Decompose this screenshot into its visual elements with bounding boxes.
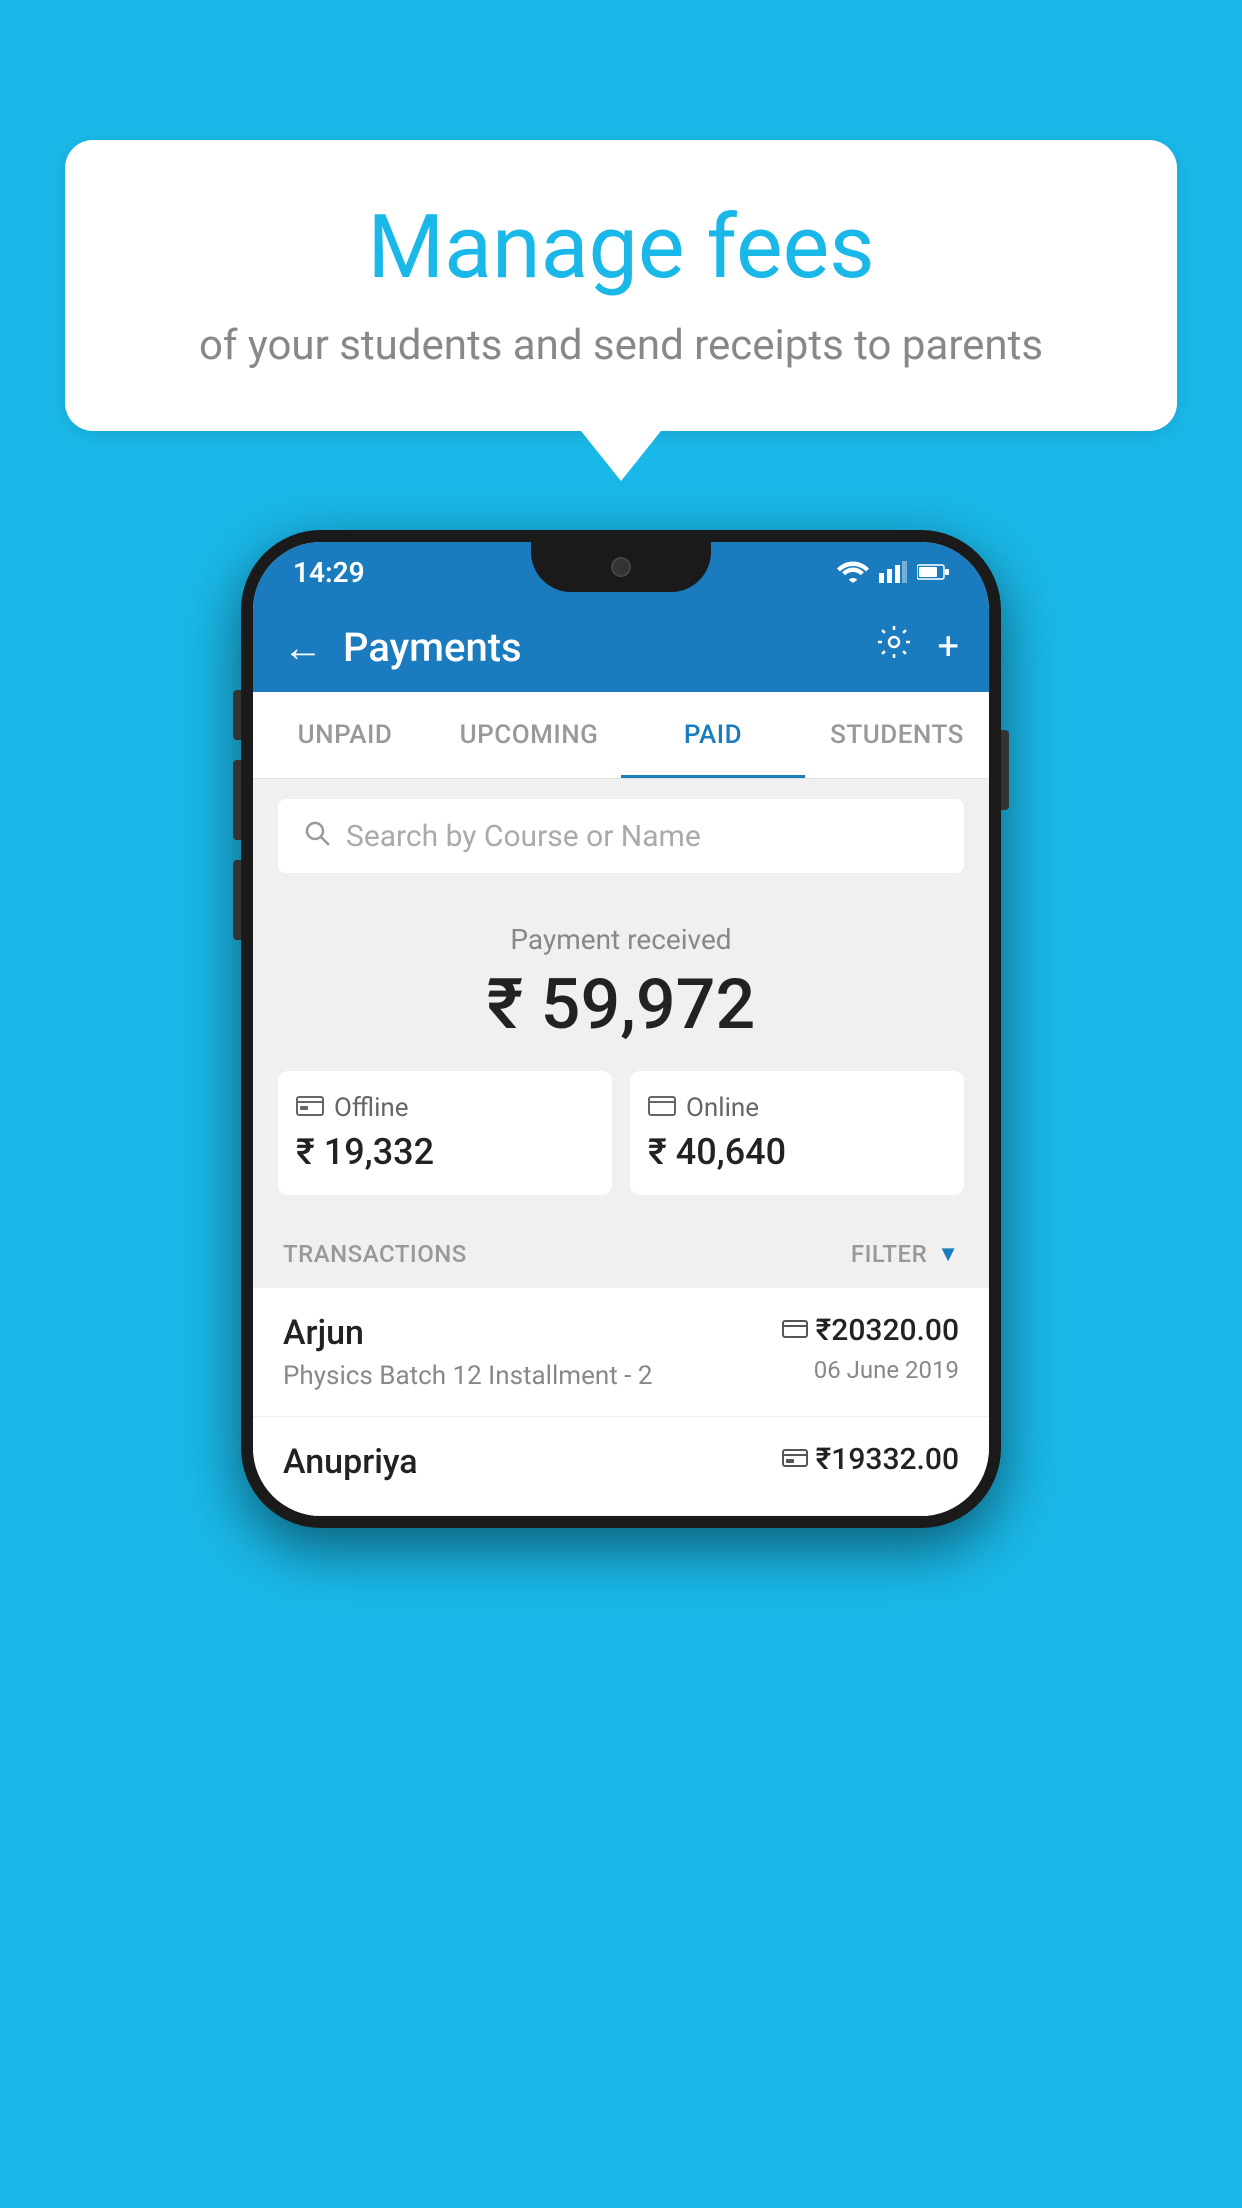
- speech-bubble-section: Manage fees of your students and send re…: [65, 140, 1177, 481]
- phone-screen: 14:29: [253, 542, 989, 1516]
- tabs-container: UNPAID UPCOMING PAID STUDENTS: [253, 692, 989, 779]
- card-payment-icon: [782, 1317, 808, 1345]
- header-action-icons: +: [876, 624, 959, 670]
- online-icon: [648, 1093, 676, 1123]
- transaction-left: Anupriya: [283, 1442, 782, 1490]
- offline-type-label: Offline: [334, 1093, 409, 1123]
- signal-icon: [879, 561, 907, 583]
- tab-paid[interactable]: PAID: [621, 692, 805, 778]
- transaction-date: 06 June 2019: [782, 1356, 959, 1384]
- settings-icon[interactable]: [876, 624, 912, 670]
- transaction-right: ₹20320.00 06 June 2019: [782, 1313, 959, 1384]
- transaction-right: ₹19332.00: [782, 1442, 959, 1485]
- transactions-header: TRANSACTIONS FILTER ▼: [253, 1220, 989, 1288]
- tab-unpaid[interactable]: UNPAID: [253, 692, 437, 778]
- transaction-name: Arjun: [283, 1313, 782, 1353]
- filter-container[interactable]: FILTER ▼: [851, 1240, 959, 1268]
- phone-frame: 14:29: [241, 530, 1001, 1528]
- tab-students[interactable]: STUDENTS: [805, 692, 989, 778]
- transaction-name: Anupriya: [283, 1442, 782, 1482]
- offline-icon: [296, 1093, 324, 1123]
- offline-payment-card: Offline ₹ 19,332: [278, 1071, 612, 1195]
- transaction-row[interactable]: Anupriya ₹19332.00: [253, 1417, 989, 1516]
- phone-notch: [531, 542, 711, 592]
- payment-received-label: Payment received: [278, 923, 964, 956]
- status-icons: [837, 561, 949, 583]
- phone-mockup: 14:29: [241, 530, 1001, 1528]
- transaction-amount: ₹20320.00: [816, 1313, 959, 1348]
- camera: [611, 557, 631, 577]
- search-section: Search by Course or Name: [253, 779, 989, 893]
- offline-card-header: Offline: [296, 1093, 594, 1123]
- offline-amount: ₹ 19,332: [296, 1131, 594, 1173]
- search-icon: [303, 817, 331, 855]
- add-icon[interactable]: +: [937, 625, 959, 669]
- bubble-subtitle: of your students and send receipts to pa…: [115, 317, 1127, 376]
- payment-cards: Offline ₹ 19,332 Online: [278, 1071, 964, 1195]
- online-card-header: Online: [648, 1093, 946, 1123]
- back-button[interactable]: ←: [283, 624, 323, 671]
- app-header: ← Payments +: [253, 602, 989, 692]
- payment-total-amount: ₹ 59,972: [278, 964, 964, 1046]
- volume-up-button: [233, 760, 241, 840]
- transaction-left: Arjun Physics Batch 12 Installment - 2: [283, 1313, 782, 1391]
- speech-bubble: Manage fees of your students and send re…: [65, 140, 1177, 431]
- transaction-amount-container: ₹20320.00: [782, 1313, 959, 1348]
- wifi-icon: [837, 561, 869, 583]
- cash-payment-icon: [782, 1446, 808, 1474]
- filter-label: FILTER: [851, 1240, 927, 1268]
- online-type-label: Online: [686, 1093, 759, 1123]
- filter-icon[interactable]: ▼: [937, 1241, 959, 1267]
- header-title: Payments: [343, 624, 876, 671]
- transactions-list: Arjun Physics Batch 12 Installment - 2: [253, 1288, 989, 1516]
- payment-summary: Payment received ₹ 59,972: [253, 893, 989, 1220]
- transactions-label: TRANSACTIONS: [283, 1240, 467, 1268]
- volume-down-button: [233, 860, 241, 940]
- power-button: [1001, 730, 1009, 810]
- transaction-details: Physics Batch 12 Installment - 2: [283, 1361, 782, 1391]
- search-input[interactable]: Search by Course or Name: [346, 819, 701, 854]
- battery-icon: [917, 563, 949, 581]
- online-amount: ₹ 40,640: [648, 1131, 946, 1173]
- status-time: 14:29: [293, 556, 365, 589]
- tab-upcoming[interactable]: UPCOMING: [437, 692, 621, 778]
- transaction-amount: ₹19332.00: [816, 1442, 959, 1477]
- search-bar[interactable]: Search by Course or Name: [278, 799, 964, 873]
- online-payment-card: Online ₹ 40,640: [630, 1071, 964, 1195]
- transaction-amount-container: ₹19332.00: [782, 1442, 959, 1477]
- bubble-title: Manage fees: [115, 200, 1127, 297]
- mute-button: [233, 690, 241, 740]
- transaction-row[interactable]: Arjun Physics Batch 12 Installment - 2: [253, 1288, 989, 1417]
- speech-bubble-arrow: [581, 431, 661, 481]
